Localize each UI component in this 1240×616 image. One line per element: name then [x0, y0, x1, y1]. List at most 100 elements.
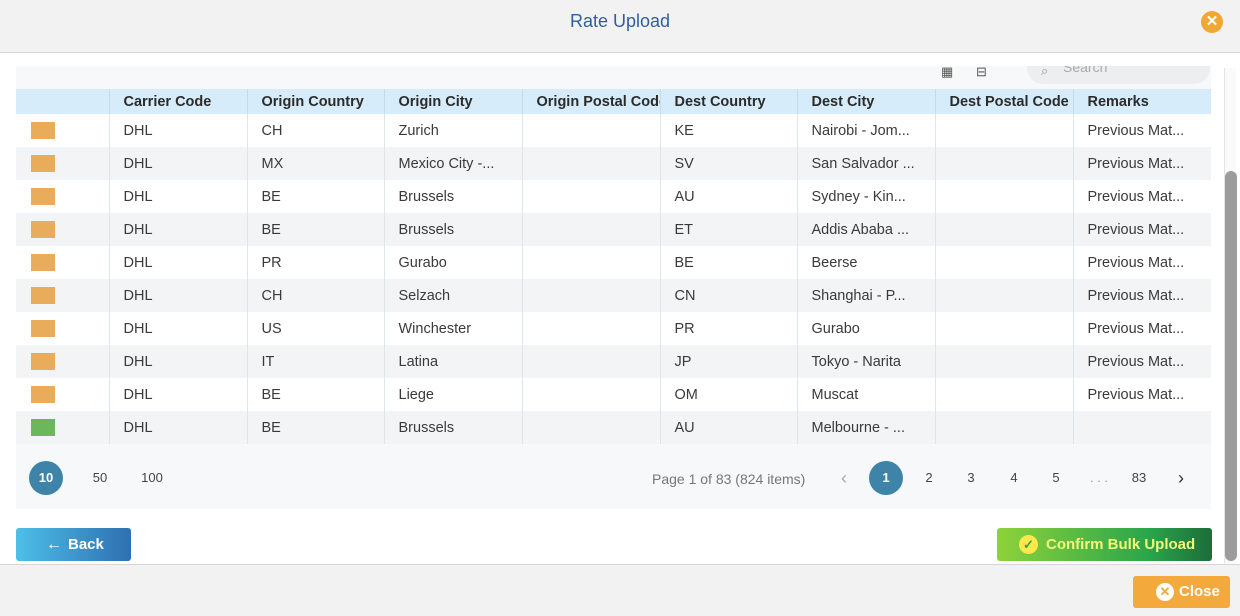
cell-remarks[interactable]: Previous Mat...: [1073, 279, 1211, 312]
table-row[interactable]: DHL BE Brussels AU Sydney - Kin... Previous M…: [16, 180, 1211, 213]
cell-dest-postal-code[interactable]: [935, 312, 1074, 345]
cell-dest-country[interactable]: AU: [660, 180, 798, 213]
cell-carrier-code[interactable]: DHL: [109, 312, 248, 345]
cell-origin-postal-code[interactable]: [522, 213, 661, 246]
close-button[interactable]: ✕ Close: [1133, 576, 1230, 608]
table-row[interactable]: DHL PR Gurabo BE Beerse Previous Mat...: [16, 246, 1211, 279]
cell-carrier-code[interactable]: DHL: [109, 114, 248, 147]
cell-carrier-code[interactable]: DHL: [109, 213, 248, 246]
cell-origin-country[interactable]: BE: [247, 180, 385, 213]
page-size-50[interactable]: 50: [87, 461, 113, 495]
cell-carrier-code[interactable]: DHL: [109, 345, 248, 378]
cell-origin-country[interactable]: BE: [247, 213, 385, 246]
page-button-1[interactable]: 1: [869, 461, 903, 495]
cell-dest-country[interactable]: PR: [660, 312, 798, 345]
cell-dest-country[interactable]: KE: [660, 114, 798, 147]
cell-remarks[interactable]: Previous Mat...: [1073, 345, 1211, 378]
cell-dest-country[interactable]: AU: [660, 411, 798, 444]
page-button-4[interactable]: 4: [997, 461, 1031, 495]
cell-dest-postal-code[interactable]: [935, 213, 1074, 246]
cell-dest-city[interactable]: Beerse: [797, 246, 936, 279]
table-row[interactable]: DHL BE Brussels ET Addis Ababa ... Previous M…: [16, 213, 1211, 246]
cell-dest-country[interactable]: CN: [660, 279, 798, 312]
cell-dest-postal-code[interactable]: [935, 114, 1074, 147]
cell-dest-postal-code[interactable]: [935, 411, 1074, 444]
table-row[interactable]: DHL US Winchester PR Gurabo Previous Mat...: [16, 312, 1211, 345]
page-button-5[interactable]: 5: [1039, 461, 1073, 495]
cell-dest-country[interactable]: BE: [660, 246, 798, 279]
cell-dest-postal-code[interactable]: [935, 378, 1074, 411]
cell-origin-country[interactable]: PR: [247, 246, 385, 279]
cell-dest-city[interactable]: Shanghai - P...: [797, 279, 936, 312]
cell-dest-city[interactable]: Nairobi - Jom...: [797, 114, 936, 147]
cell-dest-country[interactable]: JP: [660, 345, 798, 378]
cell-remarks[interactable]: Previous Mat...: [1073, 378, 1211, 411]
cell-origin-country[interactable]: IT: [247, 345, 385, 378]
cell-carrier-code[interactable]: DHL: [109, 279, 248, 312]
cell-carrier-code[interactable]: DHL: [109, 147, 248, 180]
export-excel-icon[interactable]: ▦: [941, 66, 959, 78]
cell-origin-city[interactable]: Brussels: [384, 213, 523, 246]
column-header-dest-country[interactable]: Dest Country: [660, 89, 798, 114]
table-row[interactable]: DHL IT Latina JP Tokyo - Narita Previous Mat.…: [16, 345, 1211, 378]
cell-dest-postal-code[interactable]: [935, 345, 1074, 378]
column-chooser-icon[interactable]: ⊟: [976, 66, 994, 78]
close-icon[interactable]: ✕: [1201, 11, 1223, 33]
cell-origin-country[interactable]: CH: [247, 279, 385, 312]
table-row[interactable]: DHL CH Selzach CN Shanghai - P... Previous Ma…: [16, 279, 1211, 312]
search-box[interactable]: ⌕: [1027, 66, 1210, 84]
table-row[interactable]: DHL BE Brussels AU Melbourne - ...: [16, 411, 1211, 444]
table-row[interactable]: DHL MX Mexico City -... SV San Salvador ... P…: [16, 147, 1211, 180]
page-size-10[interactable]: 10: [29, 461, 63, 495]
cell-carrier-code[interactable]: DHL: [109, 411, 248, 444]
column-header-origin-country[interactable]: Origin Country: [247, 89, 385, 114]
page-size-100[interactable]: 100: [136, 461, 168, 495]
column-header-origin-city[interactable]: Origin City: [384, 89, 523, 114]
cell-carrier-code[interactable]: DHL: [109, 180, 248, 213]
search-input[interactable]: [1063, 66, 1203, 77]
cell-origin-city[interactable]: Latina: [384, 345, 523, 378]
cell-dest-country[interactable]: ET: [660, 213, 798, 246]
cell-dest-postal-code[interactable]: [935, 246, 1074, 279]
cell-origin-postal-code[interactable]: [522, 312, 661, 345]
cell-origin-postal-code[interactable]: [522, 180, 661, 213]
cell-origin-postal-code[interactable]: [522, 246, 661, 279]
cell-dest-city[interactable]: Sydney - Kin...: [797, 180, 936, 213]
cell-origin-city[interactable]: Brussels: [384, 180, 523, 213]
cell-dest-postal-code[interactable]: [935, 180, 1074, 213]
cell-remarks[interactable]: Previous Mat...: [1073, 180, 1211, 213]
cell-dest-city[interactable]: Addis Ababa ...: [797, 213, 936, 246]
column-header-dest-postal-code[interactable]: Dest Postal Code: [935, 89, 1074, 114]
cell-origin-city[interactable]: Mexico City -...: [384, 147, 523, 180]
cell-origin-postal-code[interactable]: [522, 378, 661, 411]
cell-origin-city[interactable]: Zurich: [384, 114, 523, 147]
table-row[interactable]: DHL CH Zurich KE Nairobi - Jom... Previous Ma…: [16, 114, 1211, 147]
cell-dest-postal-code[interactable]: [935, 279, 1074, 312]
cell-origin-country[interactable]: BE: [247, 378, 385, 411]
cell-dest-city[interactable]: San Salvador ...: [797, 147, 936, 180]
page-button-last[interactable]: 83: [1122, 461, 1156, 495]
column-header-origin-postal-code[interactable]: Origin Postal Code: [522, 89, 661, 114]
cell-remarks[interactable]: Previous Mat...: [1073, 312, 1211, 345]
cell-origin-city[interactable]: Gurabo: [384, 246, 523, 279]
cell-origin-postal-code[interactable]: [522, 411, 661, 444]
next-page-icon[interactable]: ›: [1171, 461, 1191, 495]
column-header-remarks[interactable]: Remarks: [1073, 89, 1211, 114]
cell-dest-city[interactable]: Gurabo: [797, 312, 936, 345]
cell-origin-city[interactable]: Brussels: [384, 411, 523, 444]
cell-remarks[interactable]: Previous Mat...: [1073, 114, 1211, 147]
cell-origin-country[interactable]: CH: [247, 114, 385, 147]
prev-page-icon[interactable]: ‹: [834, 461, 854, 495]
back-button[interactable]: ← Back: [16, 528, 131, 561]
cell-origin-country[interactable]: US: [247, 312, 385, 345]
cell-dest-city[interactable]: Tokyo - Narita: [797, 345, 936, 378]
column-header-dest-city[interactable]: Dest City: [797, 89, 936, 114]
page-button-2[interactable]: 2: [912, 461, 946, 495]
cell-origin-postal-code[interactable]: [522, 345, 661, 378]
cell-carrier-code[interactable]: DHL: [109, 246, 248, 279]
cell-origin-postal-code[interactable]: [522, 279, 661, 312]
cell-dest-postal-code[interactable]: [935, 147, 1074, 180]
cell-dest-country[interactable]: OM: [660, 378, 798, 411]
cell-origin-postal-code[interactable]: [522, 147, 661, 180]
cell-remarks[interactable]: Previous Mat...: [1073, 246, 1211, 279]
